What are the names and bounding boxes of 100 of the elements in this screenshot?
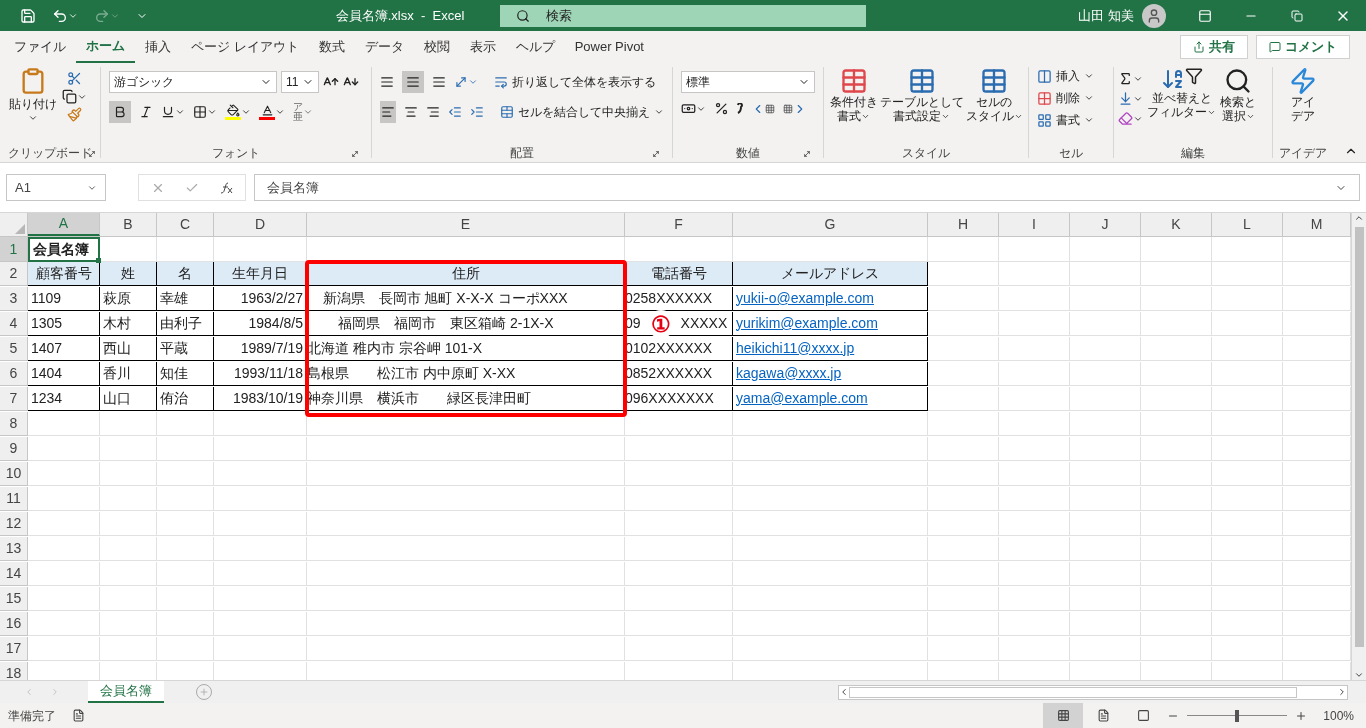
editing-button[interactable]: 並べ替えと フィルター: [1147, 67, 1216, 126]
column-header[interactable]: B: [100, 213, 157, 236]
fill-icon[interactable]: [1118, 91, 1143, 106]
scroll-down-icon[interactable]: [1354, 670, 1364, 680]
save-icon[interactable]: [20, 7, 36, 24]
zoom-slider[interactable]: [1187, 709, 1288, 722]
editing-button[interactable]: 検索と 選択: [1220, 67, 1256, 126]
ideas-button[interactable]: アイ デア: [1277, 67, 1329, 123]
row-header[interactable]: 3: [0, 287, 28, 311]
comma-icon[interactable]: [737, 102, 743, 115]
scroll-right-icon[interactable]: [1337, 687, 1347, 697]
row-header[interactable]: 5: [0, 337, 28, 361]
undo-icon[interactable]: [52, 7, 78, 24]
ribbon-tab[interactable]: ページ レイアウト: [181, 31, 309, 63]
dialog-launcher-icon[interactable]: [803, 150, 811, 158]
ribbon-tab[interactable]: Power Pivot: [564, 31, 654, 63]
font-color-icon[interactable]: [259, 104, 285, 120]
column-header[interactable]: C: [157, 213, 214, 236]
paste-button[interactable]: 貼り付け: [8, 67, 58, 123]
zoom-level[interactable]: 100%: [1323, 706, 1354, 725]
name-box[interactable]: A1: [6, 174, 106, 201]
ribbon-tab[interactable]: データ: [354, 31, 414, 63]
increase-indent-icon[interactable]: [470, 105, 484, 119]
underline-icon[interactable]: [161, 105, 185, 119]
row-header[interactable]: 17: [0, 637, 28, 661]
row-header[interactable]: 2: [0, 262, 28, 286]
column-header[interactable]: J: [1070, 213, 1141, 236]
column-header[interactable]: F: [625, 213, 733, 236]
ribbon-tab[interactable]: 表示: [459, 31, 506, 63]
zoom-in-icon[interactable]: [1295, 709, 1308, 722]
ribbon-tab[interactable]: ヘルプ: [505, 31, 565, 63]
search-field[interactable]: 検索: [500, 4, 866, 27]
vertical-scrollbar[interactable]: [1351, 213, 1366, 680]
dialog-launcher-icon[interactable]: [351, 150, 359, 158]
row-header[interactable]: 4: [0, 312, 28, 336]
normal-view-icon[interactable]: [1043, 703, 1084, 728]
number-format-field[interactable]: 標準: [681, 71, 815, 93]
row-header[interactable]: 8: [0, 412, 28, 436]
align-left-icon[interactable]: [380, 101, 396, 123]
align-center-icon[interactable]: [404, 105, 418, 119]
font-name-field[interactable]: 游ゴシック: [109, 71, 277, 93]
ribbon-tab[interactable]: 挿入: [135, 31, 181, 63]
align-right-icon[interactable]: [426, 105, 440, 119]
row-header[interactable]: 15: [0, 587, 28, 611]
comment-button[interactable]: コメント: [1256, 35, 1350, 59]
row-header[interactable]: 10: [0, 462, 28, 486]
column-header[interactable]: A: [28, 213, 100, 236]
clear-icon[interactable]: [1118, 111, 1143, 126]
italic-icon[interactable]: [139, 105, 153, 119]
row-header[interactable]: 6: [0, 362, 28, 386]
ribbon-tab[interactable]: 校閲: [413, 31, 460, 63]
column-header[interactable]: G: [733, 213, 928, 236]
wrap-text-button[interactable]: 折り返して全体を表示する: [494, 73, 656, 91]
font-size-field[interactable]: 11: [281, 71, 319, 93]
column-header[interactable]: K: [1141, 213, 1212, 236]
ribbon-tab[interactable]: 数式: [308, 31, 355, 63]
row-header[interactable]: 16: [0, 612, 28, 636]
scroll-up-icon[interactable]: [1354, 213, 1364, 223]
email-link[interactable]: yukii-o@example.com: [736, 287, 874, 309]
scroll-left-icon[interactable]: [839, 687, 849, 697]
column-header[interactable]: L: [1212, 213, 1283, 236]
dialog-launcher-icon[interactable]: [652, 150, 660, 158]
row-header[interactable]: 1: [0, 237, 28, 262]
borders-icon[interactable]: [193, 105, 217, 119]
ribbon-tab[interactable]: ホーム: [76, 31, 135, 63]
decrease-indent-icon[interactable]: [448, 105, 462, 119]
row-header[interactable]: 11: [0, 487, 28, 511]
copy-icon[interactable]: [62, 89, 87, 104]
sheet-tab[interactable]: 会員名簿: [88, 681, 164, 703]
orientation-icon[interactable]: [454, 75, 478, 89]
column-header[interactable]: H: [928, 213, 999, 236]
row-header[interactable]: 12: [0, 512, 28, 536]
row-header[interactable]: 14: [0, 562, 28, 586]
bold-icon[interactable]: [109, 101, 131, 123]
email-link[interactable]: yama@example.com: [736, 387, 868, 409]
merge-center-button[interactable]: セルを結合して中央揃え: [500, 103, 664, 121]
share-button[interactable]: 共有: [1180, 35, 1248, 59]
autosum-icon[interactable]: [1118, 71, 1143, 86]
row-header[interactable]: 7: [0, 387, 28, 411]
horizontal-scrollbar[interactable]: [838, 684, 1348, 700]
cells-button[interactable]: 挿入: [1037, 67, 1105, 85]
macro-record-icon[interactable]: [72, 709, 85, 722]
email-link[interactable]: yurikim@example.com: [736, 312, 878, 334]
middle-align-icon[interactable]: [402, 71, 424, 93]
function-icon[interactable]: [219, 181, 233, 194]
email-link[interactable]: kagawa@xxxx.jp: [736, 362, 842, 384]
style-button[interactable]: テーブルとして 書式設定: [879, 67, 964, 123]
ribbon-tab[interactable]: ファイル: [4, 31, 76, 63]
avatar-icon[interactable]: [1142, 3, 1166, 28]
row-header[interactable]: 13: [0, 537, 28, 561]
cells-button[interactable]: 書式: [1037, 111, 1105, 129]
row-header[interactable]: 9: [0, 437, 28, 461]
percent-icon[interactable]: [714, 101, 729, 116]
style-button[interactable]: 条件付き 書式: [829, 67, 878, 123]
phonetic-guide-button[interactable]: ア 亜: [293, 102, 313, 122]
currency-icon[interactable]: [681, 101, 706, 116]
column-header[interactable]: E: [307, 213, 625, 236]
cells-button[interactable]: 削除: [1037, 89, 1105, 107]
style-button[interactable]: セルの スタイル: [965, 67, 1023, 123]
bottom-align-icon[interactable]: [432, 75, 446, 89]
